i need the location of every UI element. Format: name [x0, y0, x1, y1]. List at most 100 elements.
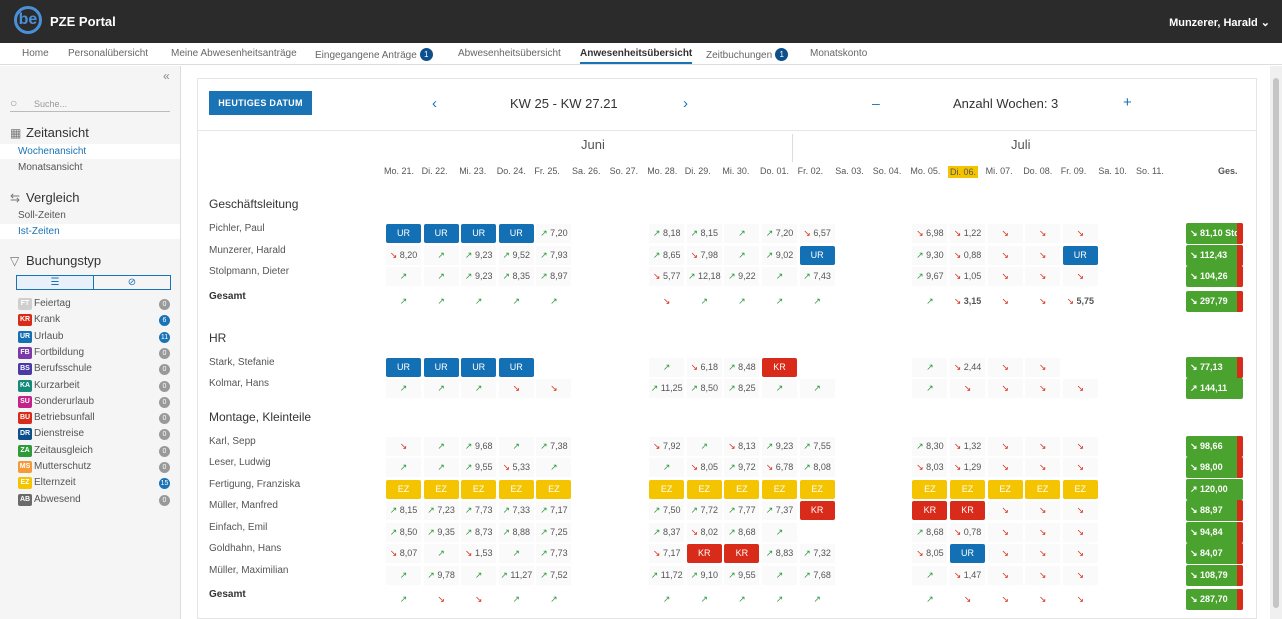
day-cell[interactable]: ↘: [424, 590, 459, 609]
day-cell[interactable]: ↗ 7,25: [536, 522, 572, 542]
day-cell[interactable]: ↗ 8,15: [386, 501, 421, 520]
day-cell[interactable]: EZ: [498, 479, 534, 499]
day-cell[interactable]: ↘ 1,29: [950, 458, 985, 477]
booking-type-fb[interactable]: FB Fortbildung 0: [18, 346, 178, 360]
day-cell[interactable]: UR: [950, 544, 985, 563]
employee-name[interactable]: Stark, Stefanie: [209, 357, 275, 368]
day-cell[interactable]: ↗: [799, 379, 835, 398]
day-cell[interactable]: EZ: [461, 479, 497, 499]
day-cell[interactable]: ↘: [1062, 501, 1098, 520]
user-name[interactable]: Munzerer, Harald: [1169, 17, 1258, 29]
booking-type-dr[interactable]: DR Dienstreise 0: [18, 427, 178, 441]
day-cell[interactable]: ↗: [423, 245, 459, 265]
day-cell[interactable]: ↘: [987, 379, 1023, 398]
day-cell[interactable]: ↗: [499, 590, 534, 609]
day-cell[interactable]: ↗ 9,22: [724, 267, 760, 286]
day-cell[interactable]: ↘: [1062, 522, 1098, 542]
day-cell[interactable]: ↗: [461, 565, 497, 585]
day-cell[interactable]: ↗ 9,23: [461, 245, 497, 265]
day-cell[interactable]: ↗: [498, 544, 534, 563]
day-cell[interactable]: ↘: [988, 590, 1023, 609]
day-cell[interactable]: ↗: [423, 544, 459, 563]
employee-name[interactable]: Karl, Sepp: [209, 436, 256, 447]
tab-4[interactable]: Abwesenheitsübersicht: [458, 48, 561, 59]
day-cell[interactable]: EZ: [987, 479, 1023, 499]
user-menu[interactable]: Munzerer, Harald ⌄: [1169, 16, 1270, 29]
increase-weeks-button[interactable]: +: [1123, 94, 1132, 111]
day-cell[interactable]: ↘: [987, 357, 1023, 377]
booking-type-ka[interactable]: KA Kurzarbeit 0: [18, 379, 178, 393]
day-cell[interactable]: EZ: [1062, 479, 1098, 499]
decrease-weeks-button[interactable]: –: [872, 95, 880, 111]
day-cell[interactable]: ↗: [649, 357, 685, 377]
day-cell[interactable]: ↘ 1,32: [950, 436, 985, 456]
day-cell[interactable]: ↗ 9,72: [724, 458, 760, 477]
day-cell[interactable]: ↗ 8,73: [461, 522, 497, 542]
employee-name[interactable]: Leser, Ludwig: [209, 457, 271, 468]
day-cell[interactable]: ↗ 9,67: [912, 267, 948, 286]
booking-type-su[interactable]: SU Sonderurlaub 0: [18, 395, 178, 409]
day-cell[interactable]: ↗: [386, 267, 421, 286]
booking-type-bu[interactable]: BU Betriebsunfall 0: [18, 411, 178, 425]
day-cell[interactable]: ↗: [386, 590, 421, 609]
day-cell[interactable]: ↘: [1025, 379, 1061, 398]
day-cell[interactable]: ↘ 6,18: [686, 357, 722, 377]
day-cell[interactable]: ↗ 7,55: [799, 436, 835, 456]
day-cell[interactable]: ↗ 8,68: [724, 522, 760, 542]
day-cell[interactable]: EZ: [686, 479, 722, 499]
day-cell[interactable]: ↘: [987, 565, 1023, 585]
day-cell[interactable]: ↘ 8,07: [386, 544, 421, 563]
day-cell[interactable]: ↘ 8,03: [912, 458, 948, 477]
day-cell[interactable]: ↗: [386, 379, 421, 398]
day-cell[interactable]: ↗: [724, 245, 760, 265]
day-cell[interactable]: ↗ 9,55: [461, 458, 497, 477]
employee-name[interactable]: Stolpmann, Dieter: [209, 266, 289, 277]
day-cell[interactable]: ↗ 9,35: [423, 522, 459, 542]
day-cell[interactable]: ↗: [912, 590, 947, 609]
day-cell[interactable]: ↗: [762, 267, 797, 286]
day-cell[interactable]: ↗ 7,73: [461, 501, 497, 520]
day-cell[interactable]: ↗ 7,32: [799, 544, 835, 563]
day-cell[interactable]: UR: [423, 224, 459, 243]
app-logo[interactable]: be: [14, 6, 42, 34]
day-cell[interactable]: ↗: [724, 590, 759, 609]
day-cell[interactable]: ↘: [1062, 379, 1098, 398]
day-cell[interactable]: ↗: [687, 590, 722, 609]
day-cell[interactable]: ↘ 8,20: [386, 245, 421, 265]
day-cell[interactable]: ↘ 6,98: [912, 224, 948, 243]
day-cell[interactable]: ↗ 8,68: [912, 522, 948, 542]
day-cell[interactable]: ↘: [1025, 224, 1061, 243]
day-cell[interactable]: ↗: [424, 292, 459, 311]
day-cell[interactable]: ↗ 8,83: [762, 544, 797, 563]
day-cell[interactable]: EZ: [536, 479, 572, 499]
day-cell[interactable]: ↘: [987, 224, 1023, 243]
day-cell[interactable]: ↗: [386, 458, 421, 477]
day-cell[interactable]: ↘: [950, 379, 985, 398]
booking-type-ez[interactable]: EZ Elternzeit 15: [18, 476, 178, 490]
day-cell[interactable]: ↗ 9,30: [912, 245, 948, 265]
day-cell[interactable]: ↗: [423, 379, 459, 398]
day-cell[interactable]: ↗ 8,18: [649, 224, 685, 243]
day-cell[interactable]: EZ: [799, 479, 835, 499]
tab-6[interactable]: Zeitbuchungen 1: [706, 48, 789, 61]
booking-type-ft[interactable]: FT Feiertag 0: [18, 297, 178, 311]
day-cell[interactable]: UR: [461, 357, 497, 377]
day-cell[interactable]: ↗: [912, 379, 948, 398]
view-month[interactable]: Monatsansicht: [0, 160, 180, 175]
employee-name[interactable]: Müller, Maximilian: [209, 565, 288, 576]
tab-2[interactable]: Meine Abwesenheitsanträge: [171, 48, 297, 59]
day-cell[interactable]: KR: [762, 357, 797, 377]
day-cell[interactable]: ↗ 7,73: [536, 544, 572, 563]
day-cell[interactable]: ↗: [800, 590, 835, 609]
day-cell[interactable]: ↗ 8,35: [498, 267, 534, 286]
search-input[interactable]: ○ Suche...: [10, 96, 170, 112]
next-week-icon[interactable]: ›: [683, 95, 688, 112]
day-cell[interactable]: ↘ 8,13: [724, 436, 760, 456]
day-cell[interactable]: ↗ 9,23: [461, 267, 497, 286]
day-cell[interactable]: ↘ 7,17: [649, 544, 685, 563]
tab-7[interactable]: Monatskonto: [810, 48, 867, 59]
day-cell[interactable]: ↗: [461, 379, 497, 398]
tab-0[interactable]: Home: [22, 48, 49, 59]
day-cell[interactable]: ↗ 7,20: [536, 224, 572, 243]
day-cell[interactable]: EZ: [762, 479, 797, 499]
